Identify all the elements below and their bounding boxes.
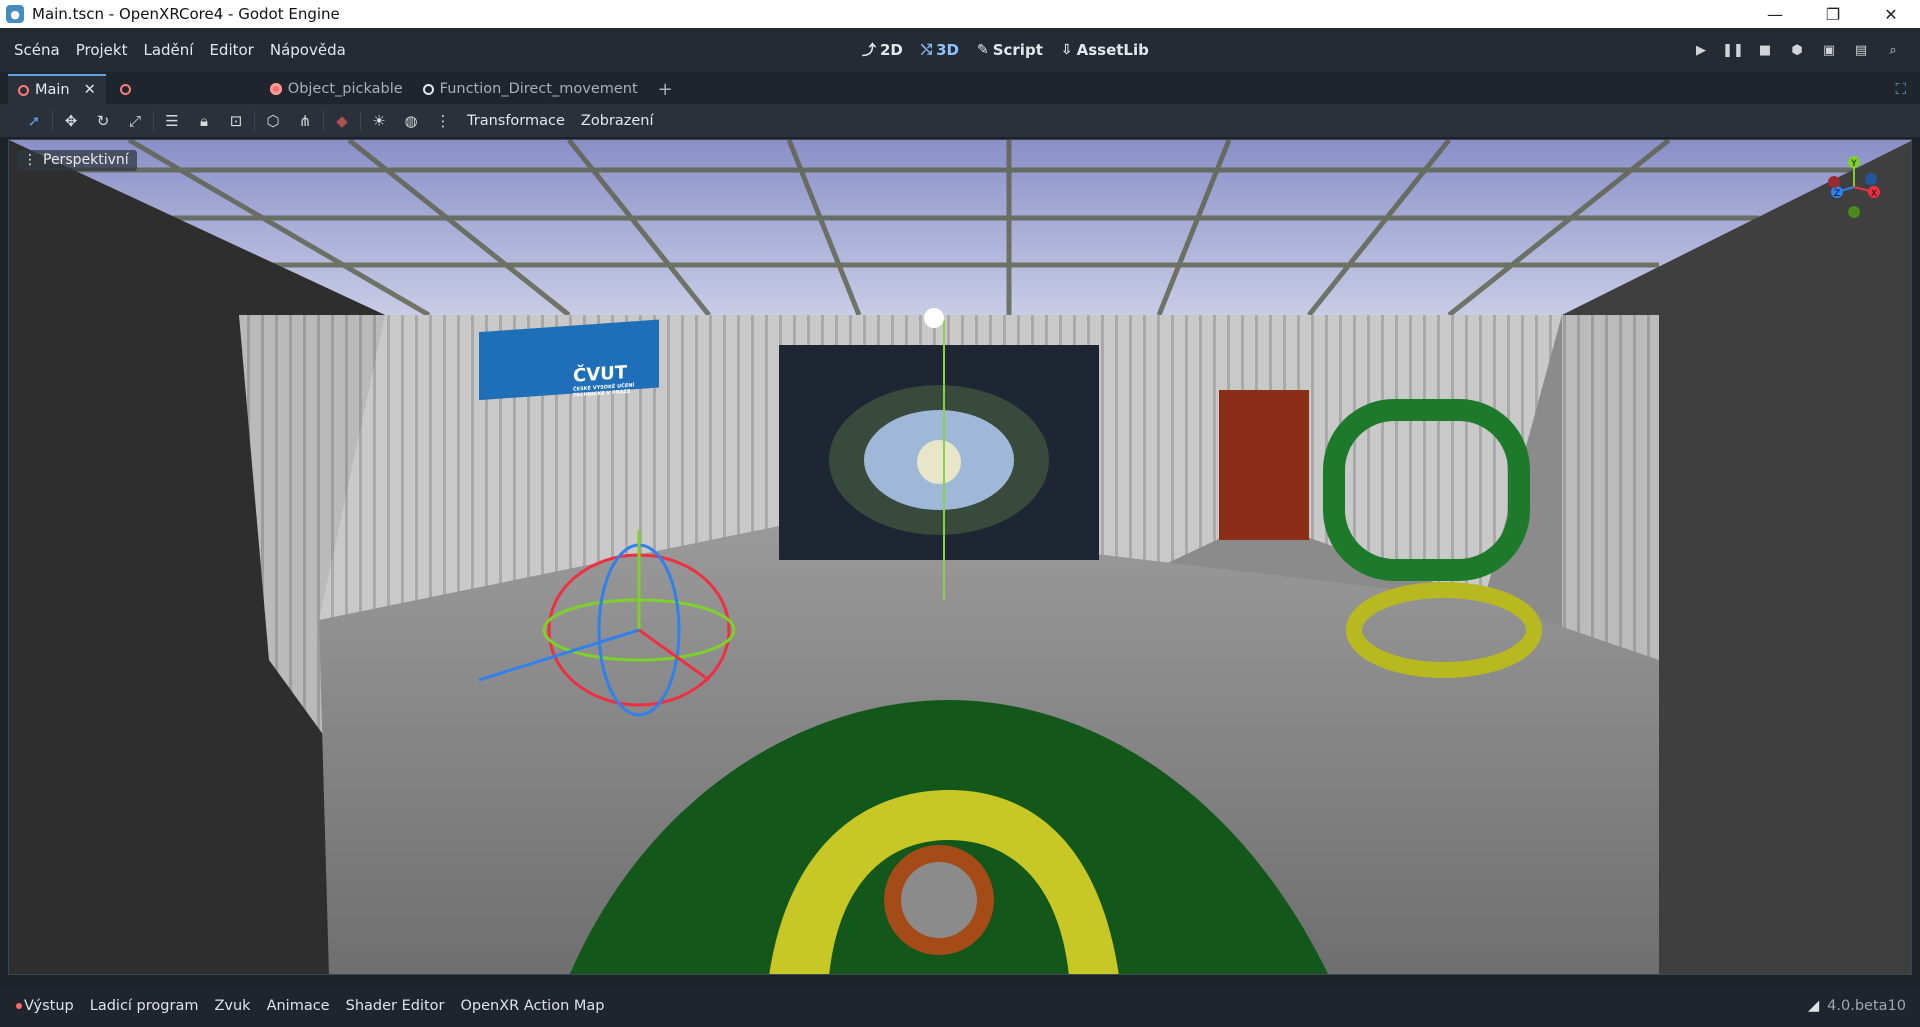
- pause-icon[interactable]: ❚❚: [1722, 41, 1744, 59]
- cvut-logo: ČVUT ČESKÉ VYSOKÉ UČENÍ TECHNICKÉ V PRAZ…: [481, 354, 659, 434]
- menu-bar: Scéna Projekt Ladění Editor Nápověda ⤴ 2D…: [0, 28, 1920, 72]
- viewport-toolbar: ➚ ✥ ↻ ⤢ ☰ 🔒︎ ⊡ ⬡ ⋔ ◆ ☀ ◍ ⋮ Transformace …: [0, 104, 1920, 137]
- move-tool-icon[interactable]: ✥: [55, 107, 87, 135]
- bottom-panel-bar: Výstup Ladicí program Zvuk Animace Shade…: [0, 985, 1920, 1027]
- toolbar-separator: [52, 110, 53, 131]
- distraction-free-icon[interactable]: ⛶: [1895, 80, 1906, 98]
- toolbar-separator: [254, 110, 255, 131]
- close-tab-icon[interactable]: ✕: [84, 82, 96, 98]
- close-button[interactable]: ✕: [1862, 0, 1920, 28]
- bottom-tab-audio[interactable]: Zvuk: [214, 998, 250, 1014]
- view-gizmo[interactable]: Y X Z: [1819, 152, 1889, 222]
- script-icon: ✎: [976, 42, 989, 58]
- bottom-tab-shader-editor[interactable]: Shader Editor: [346, 998, 445, 1014]
- view-menu[interactable]: Zobrazení: [573, 113, 662, 129]
- play-custom-scene-icon[interactable]: ▤: [1852, 41, 1870, 59]
- menu-dots-icon: ⋮: [23, 152, 37, 168]
- perspective-menu[interactable]: ⋮ Perspektivní: [17, 150, 137, 171]
- workspace-2d-button[interactable]: ⤴ 2D: [862, 40, 903, 60]
- assetlib-icon: ⇩: [1060, 42, 1073, 58]
- menu-scene[interactable]: Scéna: [6, 41, 68, 59]
- workspace-script-button[interactable]: ✎ Script: [977, 41, 1043, 59]
- menu-project[interactable]: Projekt: [68, 41, 136, 59]
- gizmo-x-label: X: [1871, 189, 1877, 199]
- update-spinner-icon: ◢: [1808, 998, 1820, 1014]
- sun-preview-icon[interactable]: ☀: [363, 107, 395, 135]
- select-tool-icon[interactable]: ➚: [18, 107, 50, 135]
- 2d-icon: ⤴: [862, 43, 876, 59]
- window-title: Main.tscn - OpenXRCore4 - Godot Engine: [32, 5, 340, 23]
- toolbar-separator: [360, 110, 361, 131]
- minimize-button[interactable]: —: [1746, 0, 1804, 28]
- window-titlebar: ● Main.tscn - OpenXRCore4 - Godot Engine…: [0, 0, 1920, 28]
- menu-editor[interactable]: Editor: [201, 41, 261, 59]
- 3d-viewport[interactable]: ⋮ Perspektivní Y X Z ČVUT ČESKÉ VYSOKÉ U…: [8, 139, 1912, 975]
- bottom-tab-openxr-action-map[interactable]: OpenXR Action Map: [461, 998, 605, 1014]
- scene-3d-icon: [119, 83, 131, 95]
- scene-tab-bar: Main ✕ Object_pickable Function_Direct_m…: [0, 72, 1920, 104]
- stop-icon[interactable]: ■: [1756, 41, 1774, 59]
- gizmo-z-label: Z: [1834, 189, 1840, 199]
- local-space-icon[interactable]: ⬡: [257, 107, 289, 135]
- list-select-icon[interactable]: ☰: [156, 107, 188, 135]
- remote-debug-icon[interactable]: ⬢: [1788, 41, 1806, 59]
- tab-main[interactable]: Main ✕: [8, 74, 106, 104]
- rotate-tool-icon[interactable]: ↻: [87, 107, 119, 135]
- bottom-tab-output[interactable]: Výstup: [16, 998, 74, 1014]
- gizmo-y-label: Y: [1850, 159, 1857, 169]
- menu-debug[interactable]: Ladění: [135, 41, 201, 59]
- camera-preview-icon[interactable]: ◆: [326, 107, 358, 135]
- snap-icon[interactable]: ⋔: [289, 107, 321, 135]
- error-indicator: [16, 1003, 22, 1009]
- scene-icon: [269, 83, 282, 95]
- bottom-tab-animation[interactable]: Animace: [267, 998, 330, 1014]
- play-icon[interactable]: ▶: [1692, 41, 1710, 59]
- scale-tool-icon[interactable]: ⤢: [119, 107, 151, 135]
- workspace-assetlib-button[interactable]: ⇩ AssetLib: [1061, 41, 1149, 59]
- scene-3d-icon: [422, 83, 434, 95]
- toolbar-separator: [323, 110, 324, 131]
- lock-icon[interactable]: 🔒︎: [188, 107, 220, 135]
- tab-object-pickable[interactable]: Object_pickable: [260, 74, 413, 104]
- tab-unsaved[interactable]: [110, 74, 260, 104]
- bottom-tab-debugger[interactable]: Ladicí program: [90, 998, 199, 1014]
- scene-3d-icon: [18, 84, 29, 96]
- godot-icon: ●: [6, 5, 24, 23]
- add-tab-button[interactable]: +: [648, 74, 683, 104]
- movie-maker-icon[interactable]: ⌕: [1884, 41, 1902, 59]
- toolbar-separator: [153, 110, 154, 131]
- tab-function-direct-movement[interactable]: Function_Direct_movement: [413, 74, 648, 104]
- scene-render: [9, 140, 1911, 974]
- version-label: ◢ 4.0.beta10: [1808, 998, 1906, 1014]
- group-icon[interactable]: ⊡: [220, 107, 252, 135]
- transform-menu[interactable]: Transformace: [459, 113, 573, 129]
- restore-button[interactable]: ❐: [1804, 0, 1862, 28]
- play-scene-icon[interactable]: ▣: [1820, 41, 1838, 59]
- menu-help[interactable]: Nápověda: [262, 41, 354, 59]
- 3d-icon: ⤭: [920, 42, 933, 58]
- environment-preview-icon[interactable]: ◍: [395, 107, 427, 135]
- workspace-3d-button[interactable]: ⤭ 3D: [921, 41, 959, 59]
- more-options-icon[interactable]: ⋮: [427, 107, 459, 135]
